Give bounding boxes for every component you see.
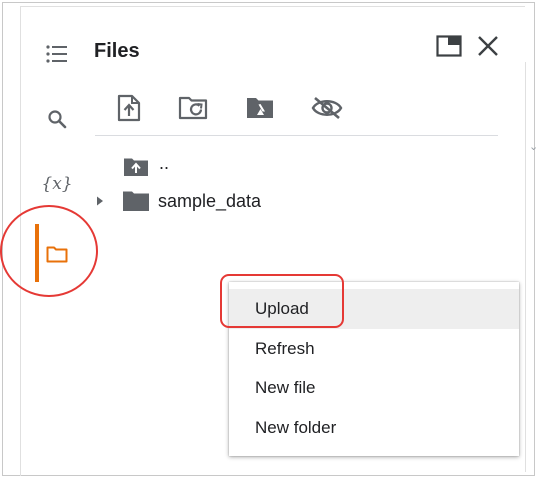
- folder-up-icon: [124, 158, 148, 176]
- upload-file-icon: [117, 94, 141, 122]
- editor-edge: [525, 62, 538, 472]
- parent-folder-label: ..: [159, 152, 170, 173]
- sidebar-item-variables[interactable]: {x}: [38, 170, 76, 198]
- variables-icon: {x}: [41, 174, 73, 194]
- list-icon: [46, 45, 67, 63]
- drive-folder-icon: [247, 98, 273, 118]
- menu-item-refresh[interactable]: Refresh: [229, 329, 519, 369]
- parent-folder-row[interactable]: ..: [123, 152, 170, 180]
- sidebar-item-files[interactable]: [43, 240, 71, 268]
- menu-item-new-folder[interactable]: New folder: [229, 408, 519, 448]
- dock-panel-button[interactable]: [435, 32, 463, 60]
- tree-item-label: sample_data: [158, 190, 262, 211]
- eye-off-icon: [311, 97, 343, 119]
- folder-icon: [123, 191, 149, 211]
- window-icon: [436, 35, 462, 57]
- refresh-button[interactable]: [178, 92, 210, 124]
- folder-icon: [46, 246, 68, 263]
- upload-button[interactable]: [113, 92, 145, 124]
- folder-refresh-icon: [178, 96, 208, 120]
- search-icon: [48, 110, 67, 129]
- top-divider: [20, 6, 525, 7]
- menu-item-new-file[interactable]: New file: [229, 368, 519, 408]
- close-button[interactable]: [474, 32, 502, 60]
- tree-item-sample-data[interactable]: sample_data: [94, 188, 261, 214]
- annotation-box: [220, 274, 344, 328]
- toolbar-divider: [95, 135, 498, 136]
- mount-drive-button[interactable]: [245, 92, 277, 124]
- expand-arrow-icon[interactable]: [94, 194, 106, 208]
- close-icon: [478, 36, 498, 56]
- sidebar-item-toc[interactable]: [43, 40, 71, 68]
- active-indicator: [35, 224, 39, 282]
- panel-title: Files: [94, 40, 140, 62]
- caret-icon: ⌄: [529, 141, 539, 153]
- sidebar-item-search[interactable]: [43, 105, 71, 133]
- toggle-hidden-button[interactable]: [311, 92, 343, 124]
